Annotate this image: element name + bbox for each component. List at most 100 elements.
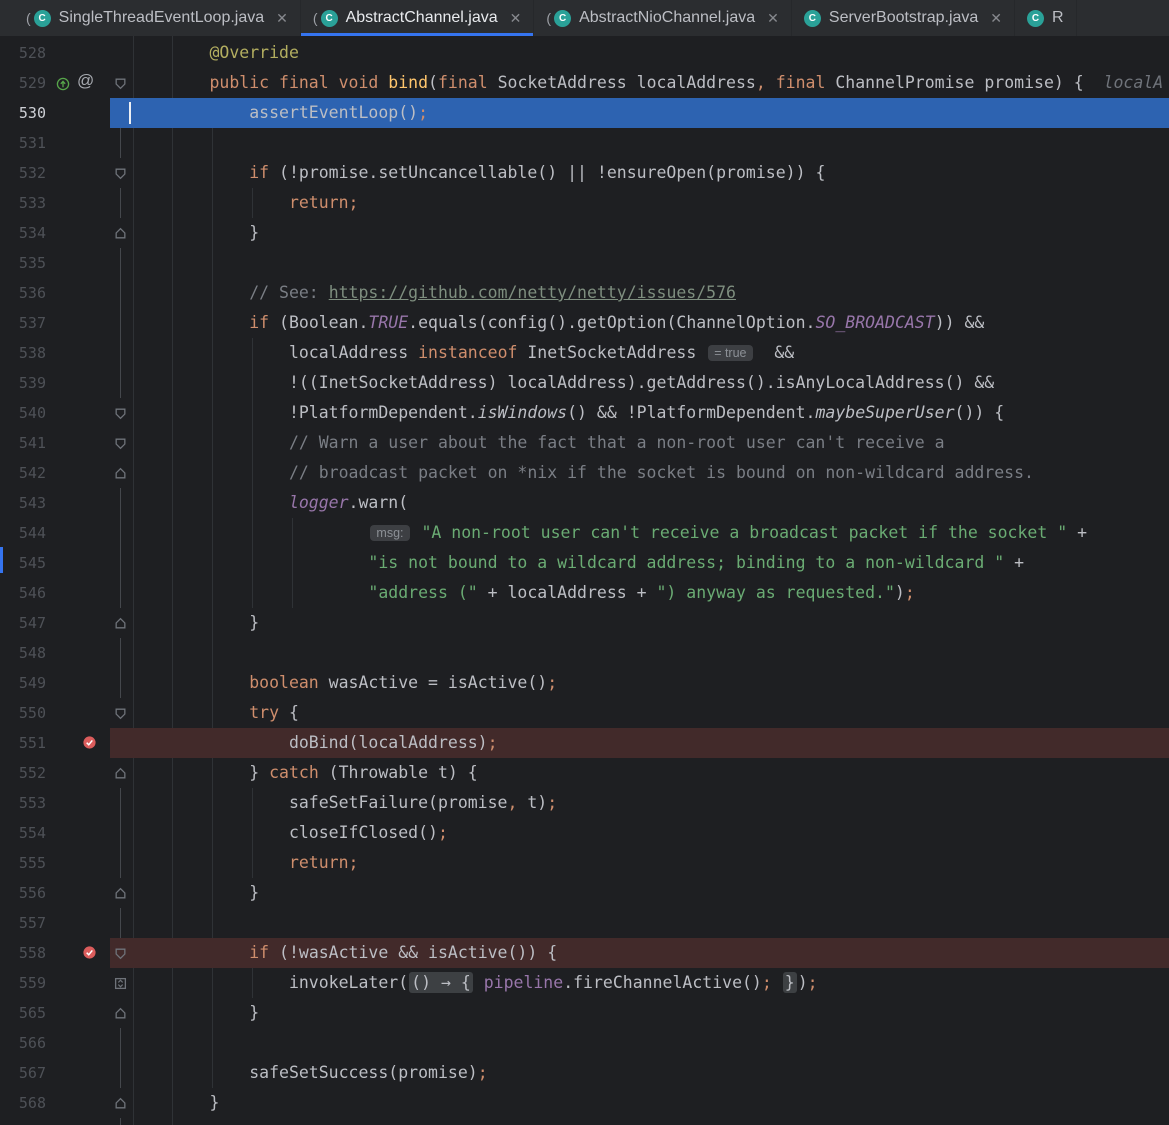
fold-marker-up[interactable] [112, 1088, 129, 1118]
code-text[interactable]: // broadcast packet on *nix if the socke… [130, 458, 1034, 488]
line-number[interactable]: 556 [0, 878, 46, 908]
fold-marker-down[interactable] [112, 68, 129, 98]
code-text[interactable]: } catch (Throwable t) { [130, 758, 478, 788]
code-text[interactable]: if (!wasActive && isActive()) { [130, 938, 557, 968]
line-number[interactable]: 565 [0, 998, 46, 1028]
line-number[interactable]: 558 [0, 938, 46, 968]
line-number[interactable]: 540 [0, 398, 46, 428]
comment-link[interactable]: https://github.com/netty/netty/issues/57… [329, 283, 736, 302]
code-text[interactable]: public final void bind(final SocketAddre… [130, 68, 1163, 98]
line-number[interactable]: 566 [0, 1028, 46, 1058]
fold-marker-down[interactable] [112, 398, 129, 428]
breakpoint-icon[interactable] [82, 735, 97, 754]
code-text[interactable]: try { [130, 698, 299, 728]
fold-marker-up[interactable] [112, 758, 129, 788]
close-tab-icon[interactable]: ✕ [990, 10, 1002, 27]
line-number[interactable]: 559 [0, 968, 46, 998]
line-number[interactable]: 539 [0, 368, 46, 398]
line-number[interactable]: 536 [0, 278, 46, 308]
line-number[interactable]: 551 [0, 728, 46, 758]
code-text[interactable]: // Warn a user about the fact that a non… [130, 428, 945, 458]
line-background [110, 248, 1169, 278]
close-tab-icon[interactable]: ✕ [767, 10, 779, 27]
line-number[interactable]: 547 [0, 608, 46, 638]
fold-marker-down[interactable] [112, 938, 129, 968]
line-number[interactable]: 530 [0, 98, 46, 128]
fold-marker-down[interactable] [112, 698, 129, 728]
gutter [54, 848, 108, 878]
line-number[interactable]: 552 [0, 758, 46, 788]
line-number[interactable]: 538 [0, 338, 46, 368]
line-number[interactable]: 541 [0, 428, 46, 458]
code-text[interactable]: @Override [130, 38, 299, 68]
fold-marker-down[interactable] [112, 158, 129, 188]
folded-code-segment[interactable]: () → { [409, 972, 473, 993]
line-number[interactable]: 568 [0, 1088, 46, 1118]
line-number[interactable]: 529 [0, 68, 46, 98]
code-text[interactable]: } [130, 608, 259, 638]
line-number[interactable]: 533 [0, 188, 46, 218]
close-tab-icon[interactable]: ✕ [510, 10, 522, 27]
folded-code-segment[interactable]: } [783, 972, 797, 993]
breakpoint-icon[interactable] [82, 945, 97, 964]
line-number[interactable]: 553 [0, 788, 46, 818]
fold-marker-box[interactable] [112, 968, 129, 998]
line-number[interactable]: 542 [0, 458, 46, 488]
line-number[interactable]: 546 [0, 578, 46, 608]
code-text[interactable]: safeSetFailure(promise, t); [130, 788, 557, 818]
code-text[interactable]: } [130, 1088, 219, 1118]
tab-serverbootstrap-java[interactable]: CServerBootstrap.java✕ [792, 0, 1015, 36]
fold-marker-up[interactable] [112, 218, 129, 248]
fold-marker-up[interactable] [112, 998, 129, 1028]
code-text[interactable]: localAddress instanceof InetSocketAddres… [130, 338, 794, 368]
line-number[interactable]: 550 [0, 698, 46, 728]
code-text[interactable]: doBind(localAddress); [130, 728, 498, 758]
code-text[interactable]: closeIfClosed(); [130, 818, 448, 848]
line-number[interactable]: 567 [0, 1058, 46, 1088]
tab-abstractniochannel-java[interactable]: (CAbstractNioChannel.java✕ [534, 0, 792, 36]
code-text[interactable]: safeSetSuccess(promise); [130, 1058, 488, 1088]
line-number[interactable]: 549 [0, 668, 46, 698]
line-number[interactable]: 544 [0, 518, 46, 548]
fold-marker-up[interactable] [112, 458, 129, 488]
line-number[interactable]: 545 [0, 548, 46, 578]
tab-singlethreadeventloop-java[interactable]: (CSingleThreadEventLoop.java✕ [14, 0, 301, 36]
line-number[interactable]: 534 [0, 218, 46, 248]
line-number[interactable]: 554 [0, 818, 46, 848]
line-number[interactable]: 531 [0, 128, 46, 158]
line-number[interactable]: 543 [0, 488, 46, 518]
code-text[interactable]: if (!promise.setUncancellable() || !ensu… [130, 158, 825, 188]
fold-marker-down[interactable] [112, 428, 129, 458]
code-text[interactable]: } [130, 218, 259, 248]
close-tab-icon[interactable]: ✕ [276, 10, 288, 27]
line-number[interactable]: 557 [0, 908, 46, 938]
gutter [54, 878, 108, 908]
code-line: 550 try { [0, 698, 1169, 728]
code-text[interactable]: msg: "A non-root user can't receive a br… [130, 518, 1087, 548]
fold-marker-up[interactable] [112, 878, 129, 908]
line-number[interactable]: 537 [0, 308, 46, 338]
code-text[interactable]: assertEventLoop(); [130, 98, 428, 128]
code-text[interactable]: if (Boolean.TRUE.equals(config().getOpti… [130, 308, 984, 338]
code-text[interactable]: boolean wasActive = isActive(); [130, 668, 557, 698]
code-text[interactable]: !((InetSocketAddress) localAddress).getA… [130, 368, 994, 398]
overriding-method-icon[interactable] [56, 76, 70, 95]
fold-marker-up[interactable] [112, 608, 129, 638]
tab-abstractchannel-java[interactable]: (CAbstractChannel.java✕ [301, 0, 535, 36]
line-number[interactable]: 535 [0, 248, 46, 278]
line-number[interactable]: 548 [0, 638, 46, 668]
code-text[interactable]: return; [130, 188, 358, 218]
line-number[interactable]: 528 [0, 38, 46, 68]
code-text[interactable]: } [130, 878, 259, 908]
code-text[interactable]: return; [130, 848, 358, 878]
line-number[interactable]: 532 [0, 158, 46, 188]
code-text[interactable]: "address (" + localAddress + ") anyway a… [130, 578, 915, 608]
tab-r[interactable]: CR [1015, 0, 1077, 36]
line-number[interactable]: 555 [0, 848, 46, 878]
code-text[interactable]: "is not bound to a wildcard address; bin… [130, 548, 1024, 578]
code-text[interactable]: invokeLater(() → { pipeline.fireChannelA… [130, 968, 818, 998]
code-text[interactable]: !PlatformDependent.isWindows() && !Platf… [130, 398, 1004, 428]
code-text[interactable]: logger.warn( [130, 488, 408, 518]
code-text[interactable]: } [130, 998, 259, 1028]
code-text[interactable]: // See: https://github.com/netty/netty/i… [130, 278, 736, 308]
